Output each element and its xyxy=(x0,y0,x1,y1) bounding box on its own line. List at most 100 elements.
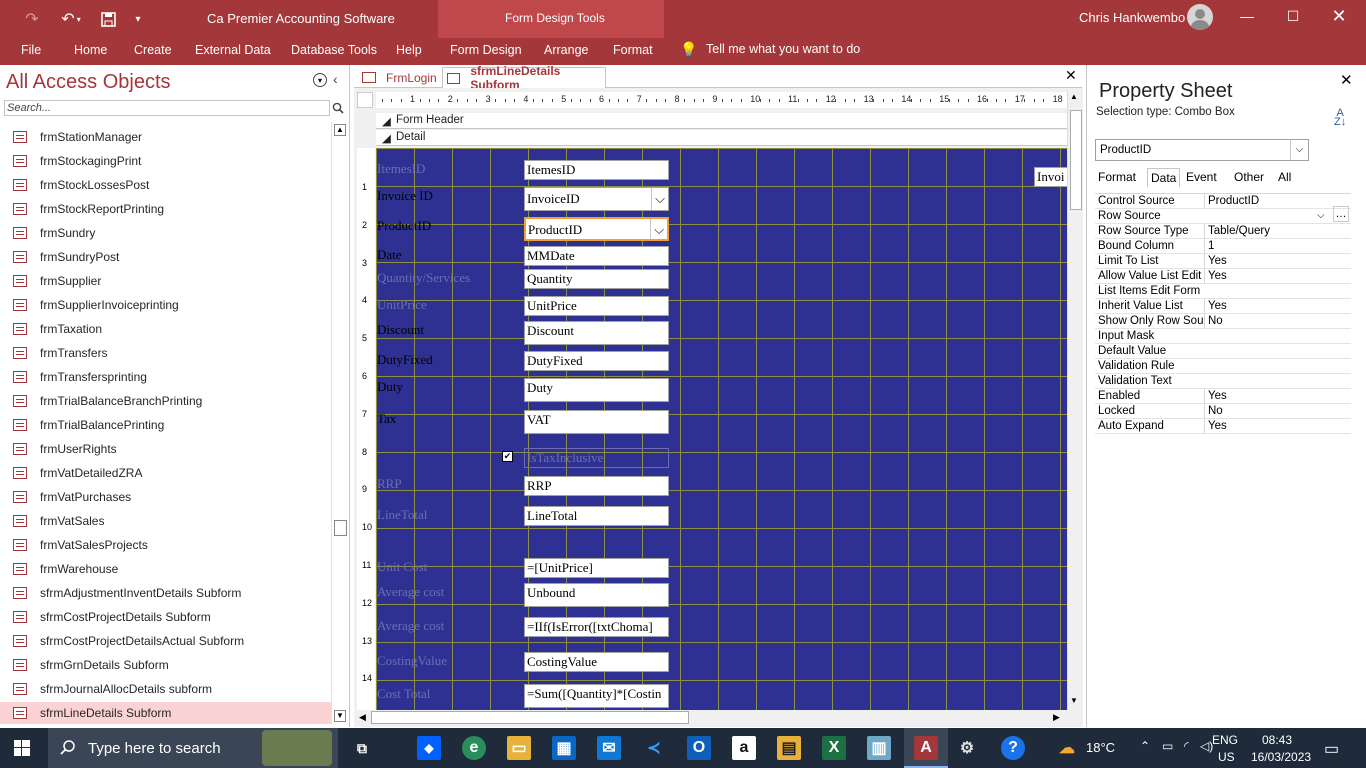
nav-item[interactable]: sfrmAdjustmentInventDetails Subform xyxy=(0,582,331,604)
property-value[interactable]: Table/Query xyxy=(1204,224,1351,238)
taskbar-search[interactable]: Type here to search xyxy=(48,728,338,768)
nav-item[interactable]: frmSundry xyxy=(0,222,331,244)
edge-icon[interactable]: e xyxy=(462,736,486,760)
tab-form-design[interactable]: Form Design xyxy=(450,43,522,57)
customize-qat-icon[interactable]: ▾ xyxy=(128,0,148,38)
property-row[interactable]: Bound Column 1 xyxy=(1095,239,1351,254)
combo-productid[interactable]: ProductID ⌵ xyxy=(524,217,669,241)
access-taskbar-active[interactable]: A xyxy=(904,728,948,768)
nav-item[interactable]: frmWarehouse xyxy=(0,558,331,580)
design-horizontal-scrollbar[interactable]: ◀ ▶ xyxy=(357,710,1065,726)
property-row[interactable]: Inherit Value List Yes xyxy=(1095,299,1351,314)
property-row[interactable]: Default Value xyxy=(1095,344,1351,359)
minimize-icon[interactable]: — xyxy=(1224,0,1270,32)
search-icon[interactable] xyxy=(330,100,346,116)
excel-icon[interactable]: X xyxy=(822,736,846,760)
sort-icon[interactable]: A Z↓ xyxy=(1334,108,1346,128)
field-costingvalue[interactable]: CostingValue xyxy=(524,652,669,672)
tab-home[interactable]: Home xyxy=(74,43,107,57)
property-row[interactable]: Input Mask xyxy=(1095,329,1351,344)
form-header-bar[interactable]: ◢ Form Header xyxy=(376,113,1067,129)
nav-item[interactable]: frmStationManager xyxy=(0,126,331,148)
nav-item[interactable]: frmTransfers xyxy=(0,342,331,364)
horizontal-ruler[interactable]: 1 2 3 4 5 6 7 8 9 10 11 12 13 14 15 16 17 18 xyxy=(376,92,1067,108)
help-icon[interactable]: ? xyxy=(1001,736,1025,760)
ptab-event[interactable]: Event xyxy=(1183,168,1220,187)
nav-item[interactable]: sfrmJournalAllocDetails subform xyxy=(0,678,331,700)
label-unit-cost[interactable]: Unit Cost xyxy=(377,559,427,575)
nav-item[interactable]: sfrmCostProjectDetailsActual Subform xyxy=(0,630,331,652)
combo-invoiceid[interactable]: InvoiceID ⌵ xyxy=(524,187,669,211)
tab-frmlogin[interactable]: FrmLogin xyxy=(358,67,442,88)
ptab-all[interactable]: All xyxy=(1275,168,1294,187)
region-code[interactable]: US xyxy=(1218,750,1235,764)
nav-item[interactable]: frmStockLossesPost xyxy=(0,174,331,196)
design-hscroll-thumb[interactable] xyxy=(371,711,689,724)
vertical-ruler[interactable]: 1 2 3 4 5 6 7 8 9 10 11 12 13 14 xyxy=(357,148,375,710)
ptab-other[interactable]: Other xyxy=(1231,168,1267,187)
nav-item[interactable]: frmTaxation xyxy=(0,318,331,340)
property-row[interactable]: Row Source Type Table/Query xyxy=(1095,224,1351,239)
chevron-down-icon[interactable]: ⌵ xyxy=(650,219,667,239)
property-value[interactable]: No xyxy=(1204,314,1351,328)
property-row[interactable]: Allow Value List Edit Yes xyxy=(1095,269,1351,284)
property-row[interactable]: Show Only Row Sou No xyxy=(1095,314,1351,329)
field-discount[interactable]: Discount xyxy=(524,321,669,345)
mail-icon[interactable]: ✉ xyxy=(597,736,621,760)
nav-item[interactable]: frmVatSalesProjects xyxy=(0,534,331,556)
vscode-icon[interactable]: ≺ xyxy=(642,736,666,760)
nav-item[interactable]: frmUserRights xyxy=(0,438,331,460)
ptab-data[interactable]: Data xyxy=(1147,168,1181,187)
design-vertical-scrollbar[interactable]: ▲ ▼ xyxy=(1067,90,1083,710)
tab-create[interactable]: Create xyxy=(134,43,172,57)
nav-item[interactable]: sfrmLineDetails Subform xyxy=(0,702,331,724)
field-istaxinclusive[interactable]: IsTaxInclusive xyxy=(524,448,669,468)
files-icon[interactable]: ▤ xyxy=(777,736,801,760)
nav-menu-icon[interactable]: ▾ xyxy=(313,73,327,87)
nav-item[interactable]: frmVatDetailedZRA xyxy=(0,462,331,484)
label-costingvalue[interactable]: CostingValue xyxy=(377,653,447,669)
label-invoice-id[interactable]: Invoice ID xyxy=(377,188,433,204)
nav-search-input[interactable]: Search... xyxy=(4,100,330,116)
battery-icon[interactable]: ▭ xyxy=(1162,739,1173,753)
label-average-cost-2[interactable]: Average cost xyxy=(377,618,444,634)
redo-icon[interactable]: ↷ xyxy=(20,0,44,38)
close-property-sheet-icon[interactable]: ✕ xyxy=(1340,71,1353,89)
nav-item[interactable]: frmSupplier xyxy=(0,270,331,292)
amazon-icon[interactable]: a xyxy=(732,736,756,760)
nav-item[interactable]: frmSupplierInvoiceprinting xyxy=(0,294,331,316)
undo-icon[interactable]: ↶ ▾ xyxy=(56,0,86,38)
label-dutyfixed[interactable]: DutyFixed xyxy=(377,352,433,368)
notifications-icon[interactable]: ▭ xyxy=(1324,739,1339,759)
label-average-cost[interactable]: Average cost xyxy=(377,584,444,600)
outlook-icon[interactable]: O xyxy=(687,736,711,760)
tell-me-box[interactable]: Tell me what you want to do xyxy=(706,42,860,56)
property-row[interactable]: Auto Expand Yes xyxy=(1095,419,1351,434)
label-linetotal[interactable]: LineTotal xyxy=(377,507,427,523)
label-duty[interactable]: Duty xyxy=(377,379,403,395)
form-selector[interactable] xyxy=(357,92,373,108)
label-discount[interactable]: Discount xyxy=(377,322,424,338)
property-value[interactable]: Yes xyxy=(1204,299,1351,313)
checkbox-istaxinclusive[interactable]: ✔ xyxy=(502,451,513,462)
field-vat[interactable]: VAT xyxy=(524,410,669,434)
nav-item[interactable]: frmVatSales xyxy=(0,510,331,532)
close-document-icon[interactable]: ✕ xyxy=(1065,67,1077,84)
property-value[interactable]: Yes xyxy=(1204,254,1351,268)
field-itemesid[interactable]: ItemesID xyxy=(524,160,669,180)
field-unitprice[interactable]: UnitPrice xyxy=(524,296,669,316)
tab-help[interactable]: Help xyxy=(396,43,422,57)
close-icon[interactable]: ✕ xyxy=(1316,0,1362,32)
property-value[interactable]: Yes xyxy=(1204,419,1351,433)
label-date[interactable]: Date xyxy=(377,247,402,263)
nav-item[interactable]: frmTrialBalanceBranchPrinting xyxy=(0,390,331,412)
property-row[interactable]: Control Source ProductID xyxy=(1095,194,1351,209)
clock-date[interactable]: 16/03/2023 xyxy=(1251,750,1311,764)
property-value[interactable]: Yes xyxy=(1204,269,1351,283)
nav-item[interactable]: frmStockagingPrint xyxy=(0,150,331,172)
label-quantity[interactable]: Quantity/Services xyxy=(377,270,470,286)
dropbox-icon[interactable]: ◆ xyxy=(417,736,441,760)
label-tax[interactable]: Tax xyxy=(377,411,396,427)
nav-item[interactable]: frmTrialBalancePrinting xyxy=(0,414,331,436)
property-row[interactable]: Validation Rule xyxy=(1095,359,1351,374)
